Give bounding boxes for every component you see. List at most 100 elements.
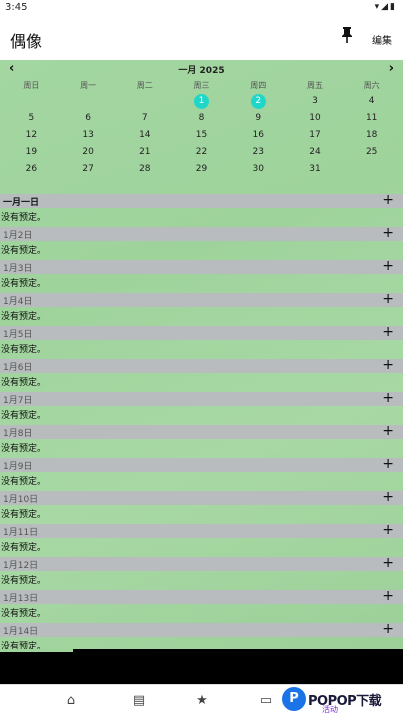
- calendar-day[interactable]: 17: [287, 128, 344, 145]
- calendar-day-number: 12: [25, 130, 38, 140]
- calendar-day[interactable]: 23: [230, 145, 287, 162]
- add-event-icon[interactable]: +: [382, 292, 394, 306]
- status-bar: 3:45 ▾◢▮: [0, 0, 403, 16]
- pin-icon[interactable]: [340, 26, 356, 46]
- add-event-icon[interactable]: +: [382, 325, 394, 339]
- add-event-icon[interactable]: +: [382, 193, 394, 207]
- calendar-day[interactable]: 22: [173, 145, 230, 162]
- no-events-text: 没有预定。: [1, 345, 47, 355]
- no-events-text: 没有预定。: [1, 576, 47, 586]
- day-events: 没有预定。: [0, 439, 403, 458]
- no-events-text: 没有预定。: [1, 312, 47, 322]
- day-header: 1月8日 +: [0, 424, 403, 439]
- calendar-day[interactable]: 29: [173, 162, 230, 179]
- calendar-day[interactable]: 19: [3, 145, 60, 162]
- weekday-label: 周三: [193, 81, 210, 90]
- calendar-day-number: 23: [252, 147, 264, 157]
- calendar-day[interactable]: 5: [3, 111, 60, 128]
- calendar-day[interactable]: 18: [343, 128, 400, 145]
- calendar-day-number: 4: [368, 96, 375, 106]
- calendar-day-number: 15: [195, 130, 208, 140]
- book-icon[interactable]: ▤: [128, 693, 150, 711]
- calendar-day[interactable]: 2: [230, 94, 287, 111]
- calendar-week: 26 27 28 29 30 31: [3, 162, 400, 179]
- add-event-icon[interactable]: +: [382, 523, 394, 537]
- calendar-day[interactable]: 1: [173, 94, 230, 111]
- no-events-text: 没有预定。: [1, 609, 47, 619]
- calendar-week: 19 20 21 22 23 24 25: [3, 145, 400, 162]
- calendar-day[interactable]: 11: [343, 111, 400, 128]
- calendar-day[interactable]: 24: [287, 145, 344, 162]
- calendar-day[interactable]: 16: [230, 128, 287, 145]
- calendar-day[interactable]: 3: [287, 94, 344, 111]
- calendar-week: 5 6 7 8 9 10 11: [3, 111, 400, 128]
- add-event-icon[interactable]: +: [382, 457, 394, 471]
- day-events: 没有预定。: [0, 340, 403, 359]
- calendar-day[interactable]: 15: [173, 128, 230, 145]
- calendar-day-number: 9: [255, 113, 262, 123]
- calendar-day-number: 13: [82, 130, 94, 140]
- day-header: 1月14日 +: [0, 622, 403, 637]
- day-header: 1月4日 +: [0, 292, 403, 307]
- calendar-day[interactable]: 4: [343, 94, 400, 111]
- calendar-day[interactable]: 30: [230, 162, 287, 179]
- calendar-day-number: 10: [309, 113, 321, 123]
- add-event-icon[interactable]: +: [382, 556, 394, 570]
- calendar-day-number: 25: [365, 147, 378, 157]
- day-label: 1月12日: [3, 561, 39, 571]
- add-event-icon[interactable]: +: [382, 391, 394, 405]
- calendar-day-number: 21: [139, 147, 151, 157]
- day-header: 一月一日 +: [0, 193, 403, 208]
- add-event-icon[interactable]: +: [382, 424, 394, 438]
- calendar-day[interactable]: 13: [60, 128, 117, 145]
- day-label: 1月11日: [3, 528, 39, 538]
- edit-button[interactable]: 编集: [372, 32, 392, 47]
- calendar-day-number: 14: [139, 130, 151, 140]
- no-events-text: 没有预定。: [1, 543, 47, 553]
- card-icon[interactable]: ▭: [255, 693, 277, 711]
- calendar-day-number: 3: [312, 96, 318, 106]
- calendar-day[interactable]: 14: [116, 128, 173, 145]
- day-label: 1月5日: [3, 330, 33, 340]
- day-events: 没有预定。: [0, 538, 403, 557]
- calendar-day[interactable]: 6: [60, 111, 117, 128]
- day-label: 1月7日: [3, 396, 33, 406]
- add-event-icon[interactable]: +: [382, 622, 394, 636]
- main-content: ‹ 一月 2025 › 周日 周一 周二 周三 周四 周五 周六 1 2 3 4 5 6 7 8 9 10 11…: [0, 60, 403, 650]
- calendar-day-number: [24, 94, 39, 109]
- chevron-right-icon[interactable]: ›: [389, 61, 394, 76]
- add-event-icon[interactable]: +: [382, 358, 394, 372]
- page-title: 偶像: [10, 32, 43, 51]
- day-events: 没有预定。: [0, 406, 403, 425]
- calendar-day[interactable]: 9: [230, 111, 287, 128]
- calendar-day[interactable]: 28: [116, 162, 173, 179]
- home-icon[interactable]: ⌂: [60, 693, 82, 711]
- add-event-icon[interactable]: +: [382, 259, 394, 273]
- day-header: 1月6日 +: [0, 358, 403, 373]
- day-header: 1月3日 +: [0, 259, 403, 274]
- calendar-day[interactable]: 26: [3, 162, 60, 179]
- add-event-icon[interactable]: +: [382, 226, 394, 240]
- add-event-icon[interactable]: +: [382, 490, 394, 504]
- star-icon[interactable]: ★: [191, 693, 213, 711]
- calendar-day[interactable]: 25: [343, 145, 400, 162]
- calendar-day[interactable]: 10: [287, 111, 344, 128]
- calendar-day[interactable]: 31: [287, 162, 344, 179]
- calendar-day[interactable]: 12: [3, 128, 60, 145]
- calendar-month-label: 一月 2025: [178, 66, 225, 76]
- calendar-day[interactable]: 8: [173, 111, 230, 128]
- day-label: 1月14日: [3, 627, 39, 637]
- calendar-day-number: 16: [252, 130, 264, 140]
- day-header: 1月10日 +: [0, 490, 403, 505]
- calendar-day[interactable]: 20: [60, 145, 117, 162]
- weekday-label: 周四: [250, 81, 267, 90]
- watermark-logo: P POPOP下载 活动: [282, 683, 403, 717]
- calendar-day-number: 6: [85, 113, 91, 123]
- day-events: 没有预定。: [0, 571, 403, 590]
- calendar-day[interactable]: 7: [116, 111, 173, 128]
- calendar-day[interactable]: 27: [60, 162, 117, 179]
- calendar-day[interactable]: 21: [116, 145, 173, 162]
- add-event-icon[interactable]: +: [382, 589, 394, 603]
- day-header: 1月9日 +: [0, 457, 403, 472]
- calendar-day: [3, 94, 60, 111]
